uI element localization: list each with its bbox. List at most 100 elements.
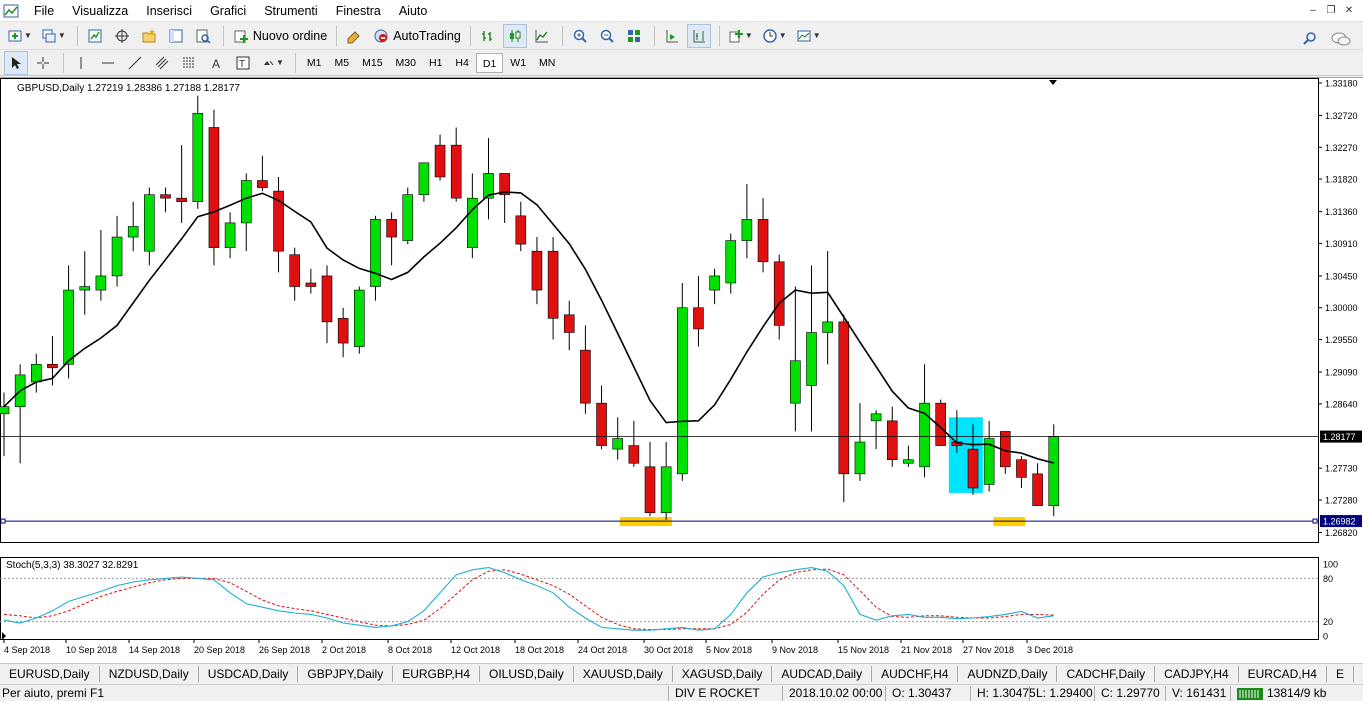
auto-scroll-button[interactable] <box>660 24 684 48</box>
tab-cadjpy[interactable]: CADJPY,H4 <box>1155 665 1239 682</box>
stoch-level-label: 0 <box>1323 632 1328 642</box>
date-tick-label: 20 Sep 2018 <box>194 645 245 655</box>
chart-canvas[interactable]: 1.33180 1.32720 1.32270 1.31820 1.31360 1.309… <box>0 78 1363 664</box>
menu-file[interactable]: File <box>25 0 63 22</box>
tab-audchf[interactable]: AUDCHF,H4 <box>872 665 959 682</box>
zoom-out-button[interactable] <box>595 24 619 48</box>
status-profile: DIV E ROCKET <box>668 686 760 701</box>
tab-oilusd[interactable]: OILUSD,Daily <box>480 665 574 682</box>
date-tick-label: 5 Nov 2018 <box>706 645 752 655</box>
timeframe-d1[interactable]: D1 <box>475 52 504 73</box>
bull-candle <box>1048 436 1060 506</box>
price-tick-label: 1.29550 <box>1325 335 1358 345</box>
text-icon: A <box>212 57 220 70</box>
chart-window[interactable]: 1.33180 1.32720 1.32270 1.31820 1.31360 1.309… <box>0 77 1363 663</box>
autotrading-button[interactable]: AutoTrading <box>369 24 465 48</box>
profiles-button[interactable]: ▼ <box>38 24 69 48</box>
bar-chart-button[interactable] <box>476 24 500 48</box>
timeframe-m30[interactable]: M30 <box>390 53 422 73</box>
auto-scroll-icon <box>666 29 678 42</box>
menu-insert[interactable]: Inserisci <box>137 0 201 22</box>
search-button[interactable] <box>1298 27 1322 51</box>
toolbar-separator <box>294 52 296 73</box>
tab-audcad[interactable]: AUDCAD,Daily <box>772 665 873 682</box>
tab-usdcad[interactable]: USDCAD,Daily <box>199 665 299 682</box>
cursor-button[interactable] <box>4 50 28 75</box>
bear-candle <box>337 318 349 344</box>
bear-candle <box>434 144 446 178</box>
menu-help[interactable]: Aiuto <box>390 0 437 22</box>
date-tick-label: 3 Dec 2018 <box>1027 645 1073 655</box>
toolbar-separator <box>336 25 338 46</box>
tab-more[interactable]: E <box>1327 665 1354 682</box>
timeframe-m1[interactable]: M1 <box>301 53 328 73</box>
market-watch-button[interactable] <box>83 24 107 48</box>
chart-shift-button[interactable] <box>686 23 711 48</box>
terminal-button[interactable] <box>164 24 188 48</box>
bull-candle <box>741 219 753 241</box>
equidistant-channel-button[interactable] <box>150 51 174 75</box>
horizontal-line-button[interactable] <box>96 51 120 75</box>
fibonacci-button[interactable] <box>177 51 201 75</box>
bull-candle <box>854 441 866 475</box>
tab-eurcad[interactable]: EURCAD,H4 <box>1239 665 1327 682</box>
menu-view[interactable]: Visualizza <box>63 0 137 22</box>
yellow-highlight-rectangle-right <box>993 517 1026 527</box>
menu-window[interactable]: Finestra <box>327 0 390 22</box>
timeframe-m5[interactable]: M5 <box>329 53 356 73</box>
minimize-icon[interactable]: – <box>1305 3 1321 18</box>
tab-xagusd[interactable]: XAGUSD,Daily <box>673 665 773 682</box>
text-label-icon: T <box>236 56 250 70</box>
templates-button[interactable]: ▼ <box>793 24 824 48</box>
tab-cadchf[interactable]: CADCHF,Daily <box>1057 665 1156 682</box>
candlestick-chart-button[interactable] <box>502 23 527 48</box>
data-window-button[interactable] <box>110 24 134 48</box>
tab-eurusd[interactable]: EURUSD,Daily <box>0 665 100 682</box>
bear-candle <box>1016 459 1027 478</box>
trendline-button[interactable] <box>123 51 147 75</box>
chat-button[interactable] <box>1328 27 1354 51</box>
text-button[interactable]: A <box>204 51 228 75</box>
tab-eurgbp[interactable]: EURGBP,H4 <box>393 665 481 682</box>
tab-xauusd[interactable]: XAUUSD,Daily <box>574 665 673 682</box>
arrows-button[interactable]: ▼ <box>258 51 287 75</box>
crosshair-target-icon <box>114 28 129 43</box>
bear-candle <box>160 194 171 199</box>
new-order-button[interactable]: Nuovo ordine <box>229 24 331 48</box>
vertical-line-button[interactable] <box>69 51 93 75</box>
new-chart-button[interactable]: ▼ <box>4 24 35 48</box>
timeframe-h4[interactable]: H4 <box>449 53 474 73</box>
close-icon[interactable]: ✕ <box>1341 3 1357 18</box>
tab-gbpjpy[interactable]: GBPJPY,Daily <box>298 665 394 682</box>
text-label-button[interactable]: T <box>231 51 255 75</box>
bear-candle <box>773 261 785 326</box>
timeframe-w1[interactable]: W1 <box>504 53 532 73</box>
line-chart-icon <box>535 29 548 42</box>
meta-editor-button[interactable] <box>342 24 366 48</box>
connection-bars-icon <box>1237 687 1263 700</box>
strategy-tester-button[interactable] <box>191 24 215 48</box>
stoch-scroll-marker <box>2 632 6 640</box>
timeframe-mn[interactable]: MN <box>533 53 561 73</box>
indicators-button[interactable]: ▼ <box>725 24 756 48</box>
menu-tools[interactable]: Strumenti <box>255 0 327 22</box>
tab-audnzd[interactable]: AUDNZD,Daily <box>958 665 1058 682</box>
bull-candle <box>806 332 817 386</box>
crosshair-button[interactable] <box>31 51 55 75</box>
timeframe-h1[interactable]: H1 <box>423 53 448 73</box>
price-tick-label: 1.27280 <box>1325 496 1358 506</box>
stoch-level-label: 80 <box>1323 574 1333 584</box>
bull-candle <box>870 413 882 422</box>
periods-button[interactable]: ▼ <box>759 24 790 48</box>
restore-icon[interactable]: ❐ <box>1323 3 1339 18</box>
bear-candle <box>450 144 462 199</box>
menu-charts[interactable]: Grafici <box>201 0 255 22</box>
zoom-in-button[interactable] <box>568 24 592 48</box>
tab-nzdusd[interactable]: NZDUSD,Daily <box>100 665 199 682</box>
line-chart-button[interactable] <box>530 24 554 48</box>
bear-candle <box>386 219 397 238</box>
bull-candle <box>144 194 155 252</box>
navigator-button[interactable] <box>137 24 161 48</box>
timeframe-m15[interactable]: M15 <box>356 53 388 73</box>
tile-windows-button[interactable] <box>622 24 646 48</box>
